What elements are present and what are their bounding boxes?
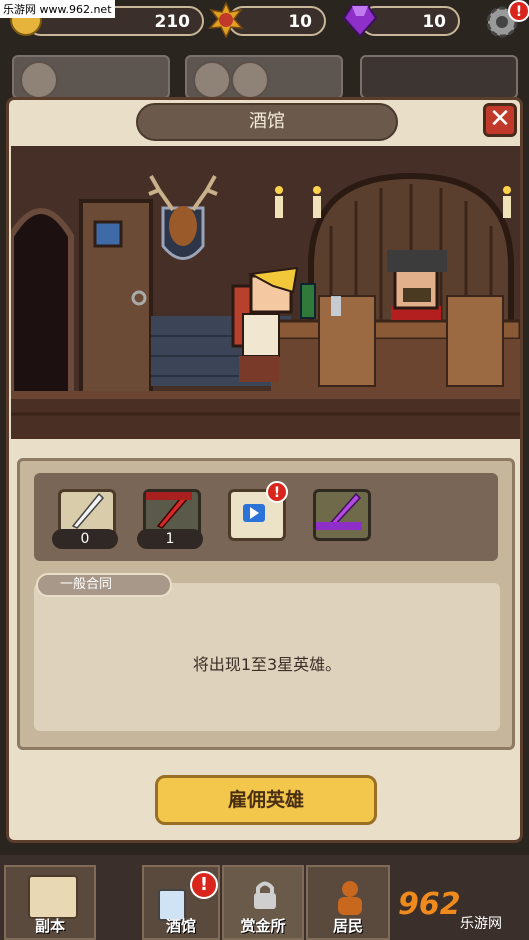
lock-icon: [252, 879, 278, 911]
hero-slot-1[interactable]: [12, 55, 170, 99]
logo-subtext: 乐游网: [460, 916, 502, 932]
purple-gem-icon: [342, 2, 378, 38]
hero-slot-3[interactable]: [360, 55, 518, 99]
hire-hero-button[interactable]: 雇佣英雄: [155, 775, 377, 825]
logo-text: 962: [398, 887, 461, 922]
nav-label: 副本: [34, 917, 65, 935]
gold-value: 210: [154, 12, 191, 32]
contract-card-red[interactable]: 1: [137, 483, 203, 549]
contract-scroll-list: 0 1 !: [34, 473, 498, 561]
site-logo: 962 乐游网: [398, 887, 524, 935]
contract-description: 将出现1至3星英雄。: [192, 655, 342, 674]
nav-label: 赏金所: [240, 917, 286, 935]
contract-count: 0: [52, 529, 118, 549]
settings-alert-badge: !: [508, 0, 529, 22]
nav-bounty[interactable]: 赏金所: [222, 865, 304, 940]
nav-tavern[interactable]: ! 酒馆: [142, 865, 220, 940]
medal-icon: [208, 1, 244, 39]
hero-portrait: [20, 61, 58, 99]
tavern-dialog: 酒馆 ✕ 0 1 ! 一般合同 将出现1至3星英雄。 雇佣英雄: [6, 97, 523, 843]
alert-badge: !: [266, 481, 288, 503]
bottom-nav: 副本 ! 酒馆 赏金所 居民 962 乐游网: [0, 855, 529, 940]
contract-count: 1: [137, 529, 203, 549]
nav-dungeon[interactable]: 副本: [4, 865, 96, 940]
watermark: 乐游网 www.962.net: [0, 0, 115, 18]
hero-portrait: [193, 61, 231, 99]
dialog-title: 酒馆: [136, 103, 398, 141]
contract-panel: 0 1 ! 一般合同 将出现1至3星英雄。: [17, 458, 515, 750]
nav-residents[interactable]: 居民: [306, 865, 390, 940]
nav-label: 居民: [332, 917, 363, 935]
gem-value: 10: [422, 12, 446, 32]
contract-card-video[interactable]: !: [222, 481, 288, 549]
map-scroll-icon: [28, 875, 78, 919]
residents-icon: [332, 879, 368, 915]
tavern-alert-badge: !: [190, 871, 218, 899]
nav-label: 酒馆: [165, 917, 196, 935]
hero-slot-2[interactable]: [185, 55, 343, 99]
contract-card-purple[interactable]: [307, 483, 373, 549]
medal-value: 10: [288, 12, 312, 32]
purple-quill-scroll-icon: [313, 489, 371, 541]
contract-type-tab: 一般合同: [36, 573, 172, 597]
contract-card-white[interactable]: 0: [52, 483, 118, 549]
tavern-scene: [11, 146, 520, 439]
hero-portrait: [231, 61, 269, 99]
close-button[interactable]: ✕: [483, 103, 517, 137]
